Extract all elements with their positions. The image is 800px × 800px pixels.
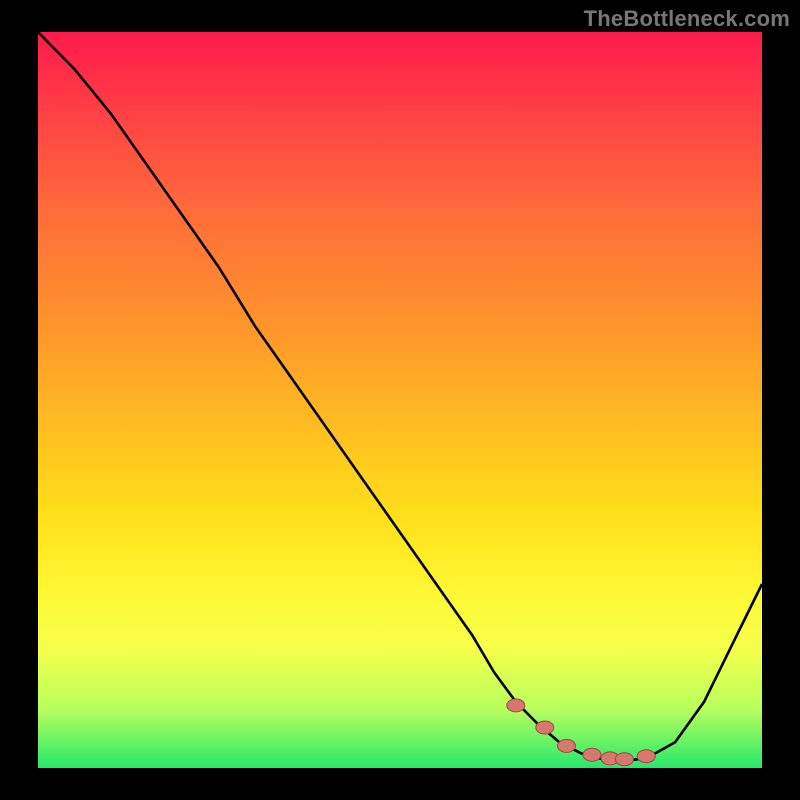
optimal-range-markers bbox=[507, 699, 655, 766]
marker-point bbox=[507, 699, 525, 712]
bottleneck-curve bbox=[38, 32, 762, 761]
marker-point bbox=[536, 721, 554, 734]
chart-svg bbox=[38, 32, 762, 768]
curve-line bbox=[38, 32, 762, 761]
marker-point bbox=[558, 739, 576, 752]
watermark-text: TheBottleneck.com bbox=[584, 6, 790, 32]
marker-point bbox=[615, 753, 633, 766]
chart-plot-area bbox=[38, 32, 762, 768]
chart-frame: TheBottleneck.com bbox=[0, 0, 800, 800]
marker-point bbox=[637, 750, 655, 763]
marker-point bbox=[583, 748, 601, 761]
